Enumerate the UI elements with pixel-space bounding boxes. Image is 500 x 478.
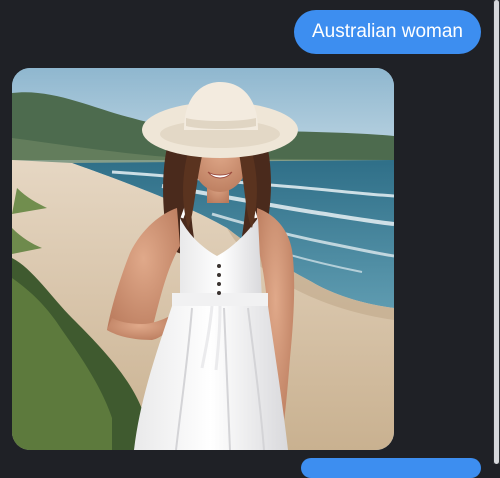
- scrollbar-thumb[interactable]: [494, 0, 499, 464]
- generated-image: [12, 68, 394, 450]
- user-message-text: Australian woman: [311, 21, 463, 42]
- next-message-bubble-partial: [301, 458, 481, 478]
- generated-image-message[interactable]: [12, 68, 394, 450]
- chat-conversation: Australian woman: [0, 0, 493, 478]
- scrollbar-track[interactable]: [493, 0, 500, 464]
- user-message-bubble[interactable]: Australian woman: [293, 10, 481, 54]
